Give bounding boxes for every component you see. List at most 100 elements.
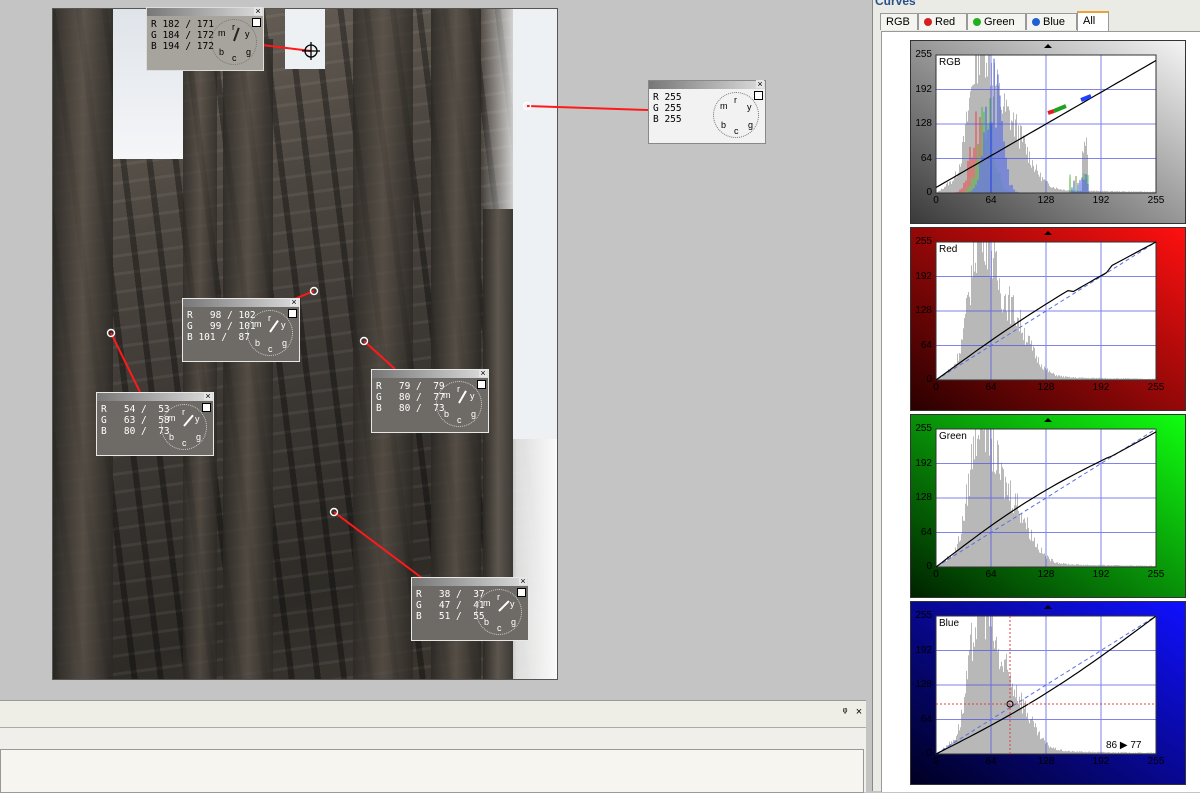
y-tick-label: 192 <box>915 644 932 656</box>
dial-label: r <box>182 407 185 417</box>
dial-label: m <box>218 28 226 38</box>
dial-label: y <box>470 391 475 401</box>
x-tick-label: 0 <box>933 756 939 767</box>
dial-label: b <box>169 432 175 442</box>
color-readout-top[interactable]: × R 182 / 171 G 184 / 172 B 194 / 172 m r y b c g <box>146 7 264 71</box>
x-tick-label: 64 <box>985 569 997 580</box>
y-tick-label: 128 <box>915 679 932 690</box>
close-icon[interactable]: × <box>756 80 764 89</box>
dial-label: g <box>511 617 517 627</box>
dial-label: m <box>483 598 491 608</box>
dial-label: m <box>443 390 451 400</box>
x-tick-label: 255 <box>1147 195 1165 206</box>
dial-label: b <box>219 47 225 57</box>
x-tick-label: 128 <box>1037 195 1055 206</box>
graph-channel-label: Red <box>939 244 958 255</box>
readout-titlebar[interactable]: × <box>372 369 488 378</box>
dial-label: y <box>510 599 515 609</box>
dial-label: m <box>254 319 262 329</box>
dial-label: c <box>457 415 462 425</box>
curve-graph-blue[interactable]: Blue 255 192 128 64 0 0 64 128 192 255 86 ▶ 77 <box>910 601 1186 785</box>
pin-icon[interactable] <box>288 309 297 318</box>
graph-channel-label: Blue <box>939 618 960 629</box>
readout-titlebar[interactable]: × <box>183 298 299 307</box>
readout-titlebar[interactable]: × <box>649 80 765 89</box>
hue-dial-icon: mry bcg <box>476 589 522 635</box>
panel-title: Curves <box>875 0 916 8</box>
color-readout-right[interactable]: × R 79 / 79 G 80 / 77 B 80 / 73 m r y b c g <box>371 369 489 433</box>
pin-icon[interactable] <box>477 380 486 389</box>
y-tick-label: 255 <box>915 236 932 247</box>
tab-all[interactable]: All <box>1077 11 1109 31</box>
hue-dial-icon: mry bcg <box>436 381 482 427</box>
x-tick-label: 192 <box>1092 382 1110 393</box>
close-icon[interactable]: × <box>204 392 212 401</box>
curve-point-readout: 86 ▶ 77 <box>1106 740 1142 751</box>
tab-label: Green <box>984 16 1015 28</box>
dial-label: r <box>232 22 235 32</box>
dial-label: c <box>232 53 237 63</box>
pin-icon[interactable] <box>517 588 526 597</box>
curve-graph-green[interactable]: Green 255 192 128 64 0 0 64 128 192 255 <box>910 414 1186 598</box>
pin-icon[interactable]: ᵠ <box>838 706 852 718</box>
close-icon[interactable]: × <box>254 7 262 16</box>
dial-label: c <box>497 623 502 633</box>
channel-dot-icon <box>973 18 981 26</box>
y-tick-label: 64 <box>920 339 932 351</box>
dial-label: g <box>282 338 288 348</box>
tab-green[interactable]: Green <box>967 13 1026 30</box>
dial-label: c <box>734 126 739 136</box>
tab-red[interactable]: Red <box>918 13 967 30</box>
curves-content: RGB 255 192 128 64 0 0 64 128 192 255 Red 255 192 128 6… <box>881 31 1200 792</box>
close-icon[interactable]: × <box>852 706 866 718</box>
x-tick-label: 0 <box>933 382 939 393</box>
readout-titlebar[interactable]: × <box>147 7 263 16</box>
readout-titlebar[interactable]: × <box>412 577 528 586</box>
pin-icon[interactable] <box>252 18 261 27</box>
x-tick-label: 255 <box>1147 569 1165 580</box>
color-readout-left[interactable]: × R 54 / 53 G 63 / 58 B 80 / 73 m r y b c g <box>96 392 214 456</box>
dial-label: c <box>268 344 273 354</box>
curve-graph-red[interactable]: Red 255 192 128 64 0 0 64 128 192 255 <box>910 227 1186 411</box>
tab-label: Blue <box>1043 16 1066 28</box>
bottom-dock-panel: ᵠ × <box>0 700 866 793</box>
color-readout-bottom[interactable]: × R 38 / 37 G 47 / 41 B 51 / 55 m r y b c g <box>411 577 529 641</box>
y-tick-label: 255 <box>915 610 932 621</box>
dial-label: g <box>246 47 252 57</box>
y-tick-label: 64 <box>920 713 932 725</box>
close-icon[interactable]: × <box>479 369 487 378</box>
bottom-dock-titlebar: ᵠ × <box>0 701 866 728</box>
x-tick-label: 128 <box>1037 756 1055 767</box>
y-tick-label: 192 <box>915 83 932 95</box>
y-tick-label: 128 <box>915 492 932 503</box>
hue-dial-icon: mry bcg <box>161 404 207 450</box>
dial-label: g <box>471 409 477 419</box>
y-tick-label: 255 <box>915 423 932 434</box>
color-readout-white[interactable]: × R 255 G 255 B 255 m r y b c g <box>648 80 766 144</box>
pin-icon[interactable] <box>754 91 763 100</box>
x-tick-label: 192 <box>1092 569 1110 580</box>
dial-label: g <box>748 120 754 130</box>
curve-graph-rgb[interactable]: RGB 255 192 128 64 0 0 64 128 192 255 <box>910 40 1186 224</box>
close-icon[interactable]: × <box>519 577 527 586</box>
tab-label: RGB <box>886 16 910 28</box>
graph-channel-label: RGB <box>939 57 961 68</box>
readout-titlebar[interactable]: × <box>97 392 213 401</box>
pin-icon[interactable] <box>202 403 211 412</box>
close-icon[interactable]: × <box>290 298 298 307</box>
dial-label: b <box>255 338 261 348</box>
x-tick-label: 0 <box>933 569 939 580</box>
x-tick-label: 255 <box>1147 382 1165 393</box>
x-tick-label: 192 <box>1092 195 1110 206</box>
y-tick-label: 255 <box>915 49 932 60</box>
dial-label: r <box>457 384 460 394</box>
color-readout-mid[interactable]: × R 98 / 102 G 99 / 101 B 101 / 87 m r y b c g <box>182 298 300 362</box>
tab-blue[interactable]: Blue <box>1026 13 1077 30</box>
dial-label: m <box>720 101 728 111</box>
tab-rgb[interactable]: RGB <box>880 13 918 30</box>
dial-label: c <box>182 438 187 448</box>
x-tick-label: 192 <box>1092 756 1110 767</box>
dial-label: b <box>484 617 490 627</box>
x-tick-label: 0 <box>933 195 939 206</box>
graph-channel-label: Green <box>939 431 967 442</box>
